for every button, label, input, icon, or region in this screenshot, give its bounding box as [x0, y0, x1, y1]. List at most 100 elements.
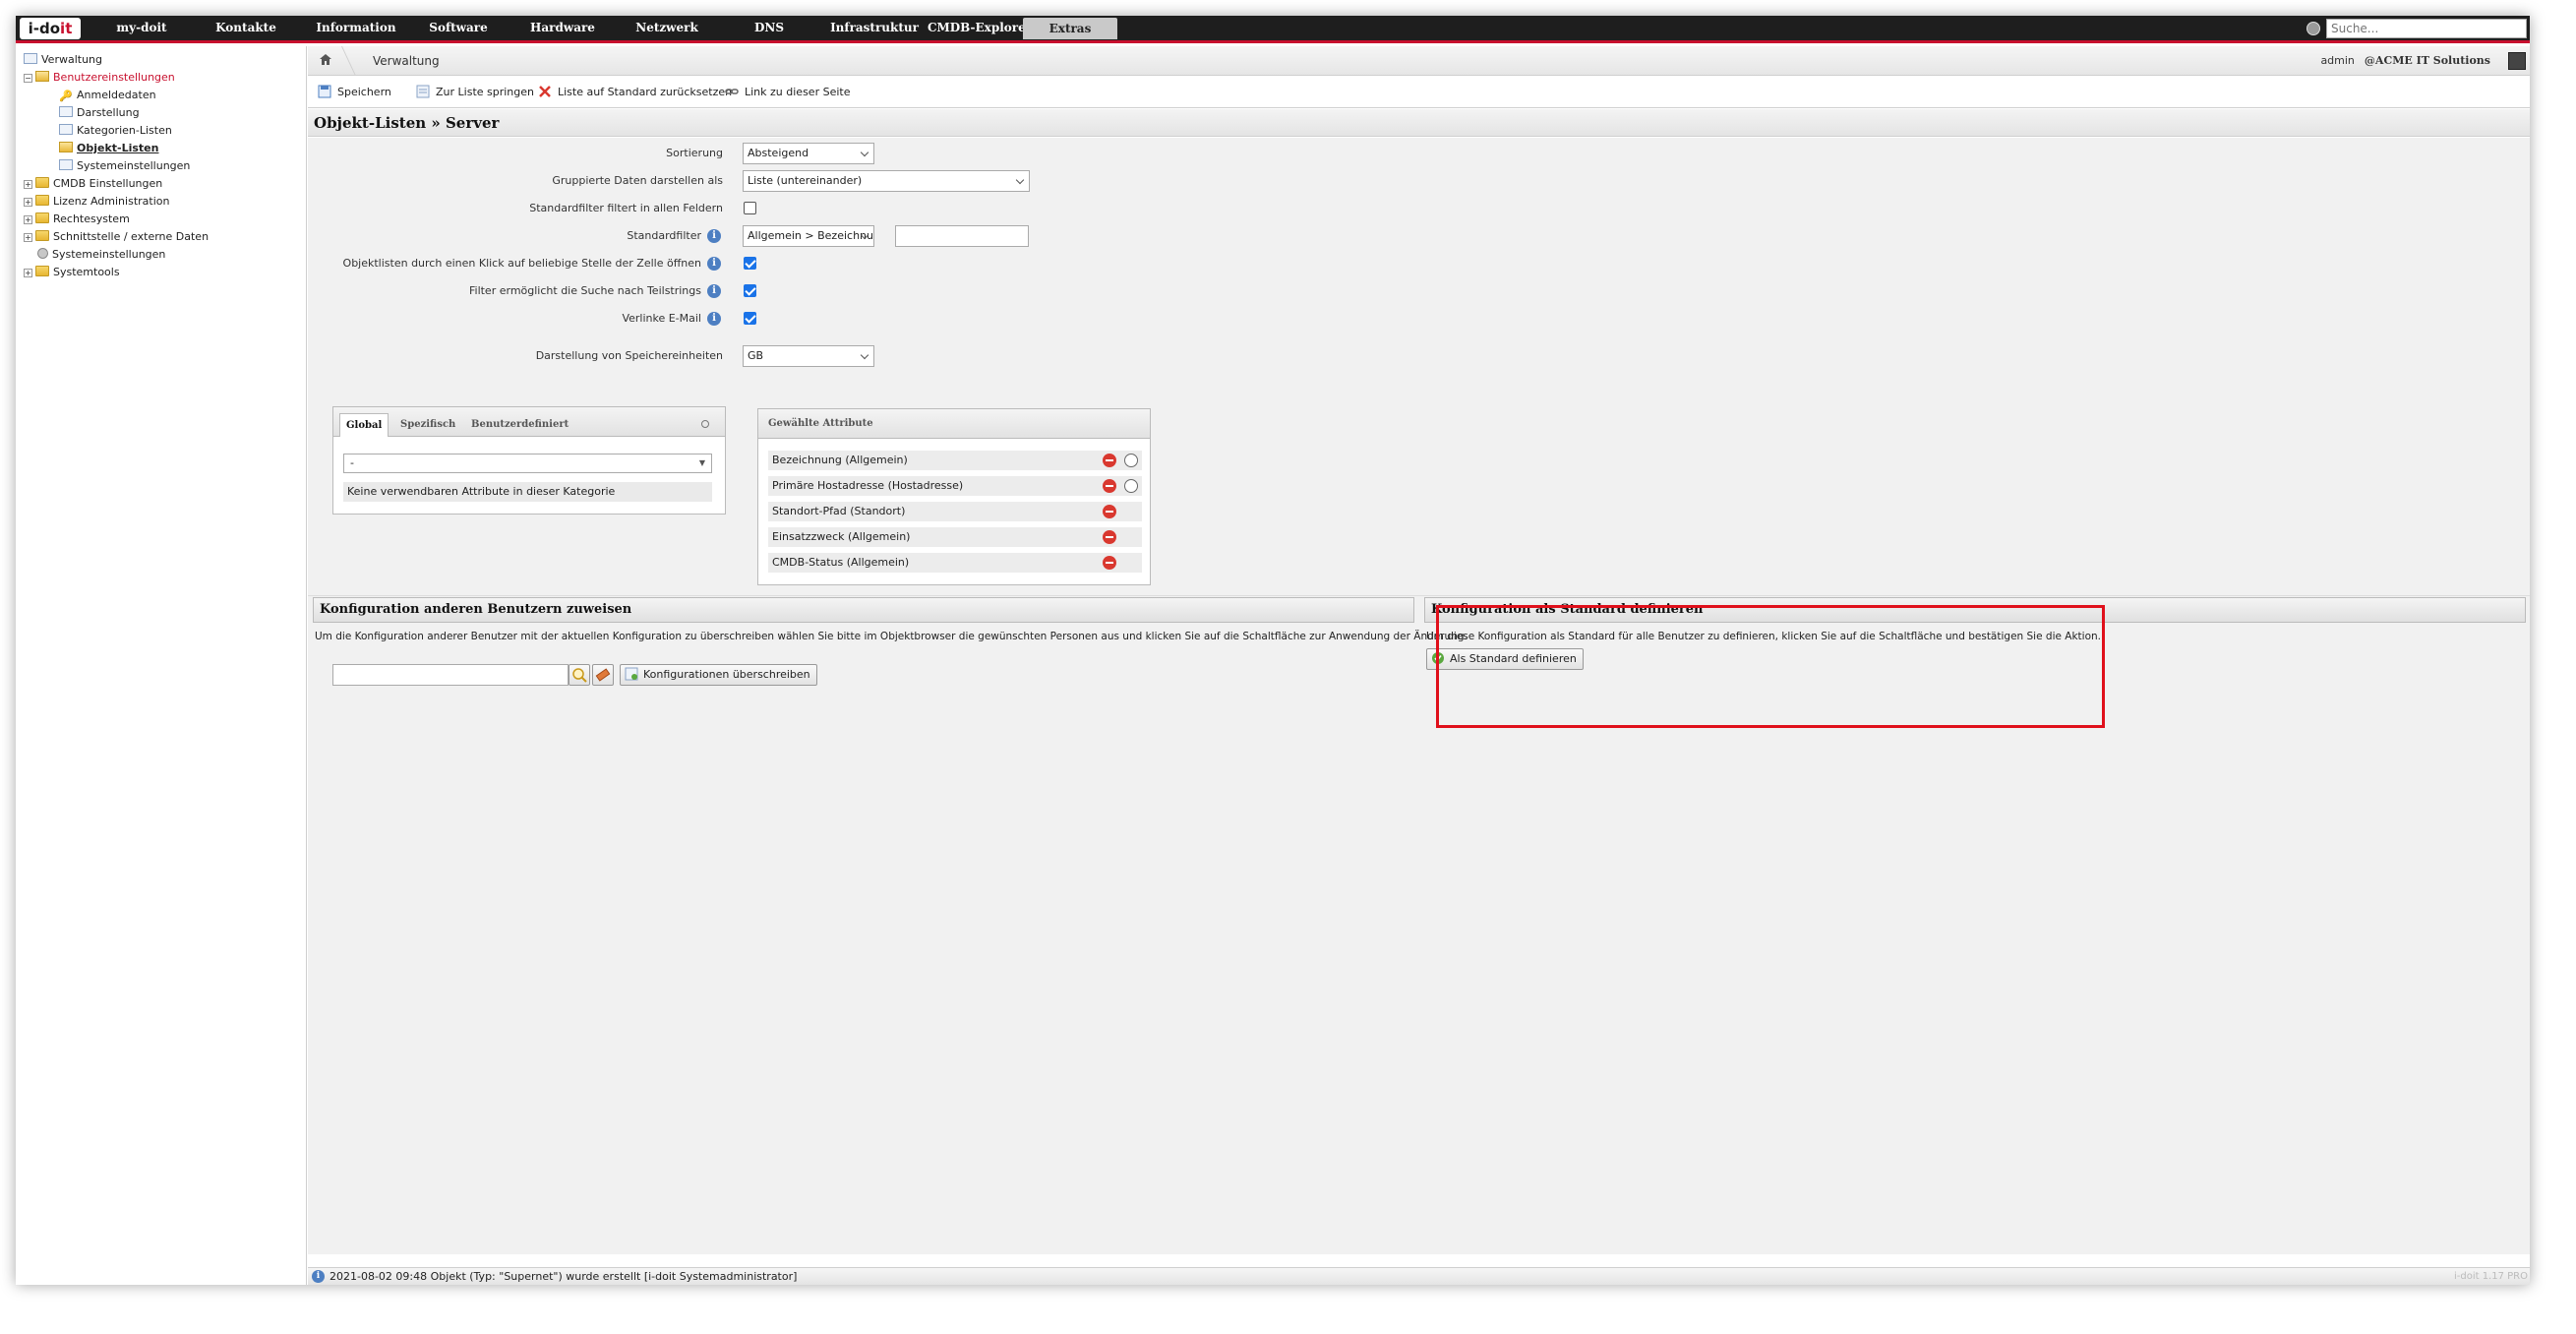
remove-icon[interactable] [1103, 479, 1116, 493]
std-filter-select[interactable]: Allgemein > Bezeichnung [743, 225, 874, 247]
tree-item-systemeinstellungen-user[interactable]: Systemeinstellungen [59, 158, 190, 174]
nav-extras[interactable]: Extras [1023, 18, 1117, 39]
app-window: i-doit my-doit Kontakte Information Soft… [16, 16, 2530, 1285]
reset-list-button[interactable]: Liste auf Standard zurücksetzen [538, 77, 732, 108]
jump-to-list-button[interactable]: Zur Liste springen [416, 77, 534, 108]
selected-attribute-row[interactable]: Einsatzzweck (Allgemein) [768, 527, 1142, 547]
nav-kontakte[interactable]: Kontakte [199, 16, 293, 40]
settings-form: Sortierung Absteigend Gruppierte Daten d… [308, 138, 2530, 1254]
sort-label: Sortierung [666, 147, 723, 159]
overwrite-configurations-button[interactable]: Konfigurationen überschreiben [620, 664, 817, 686]
click-open-label: Objektlisten durch einen Klick auf belie… [342, 257, 701, 270]
tree-item-kategorien-listen[interactable]: Kategorien-Listen [59, 123, 172, 139]
search-icon [2306, 22, 2320, 35]
expand-icon[interactable]: + [24, 198, 32, 207]
info-icon[interactable]: i [707, 229, 721, 243]
sidebar-tree: Verwaltung − Benutzereinstellungen 🔑 Anmel… [16, 46, 307, 1285]
object-browser-button[interactable] [569, 664, 590, 686]
status-message: 2021-08-02 09:48 Objekt (Typ: "Supernet"… [329, 1270, 798, 1283]
substring-checkbox[interactable] [744, 284, 756, 297]
tree-item-cmdb-einstellungen[interactable]: + CMDB Einstellungen [24, 176, 162, 192]
expand-icon[interactable]: + [24, 233, 32, 242]
std-filter-input[interactable] [895, 225, 1029, 247]
attribute-category-select[interactable]: - [343, 454, 712, 473]
tree-item-systemtools[interactable]: + Systemtools [24, 265, 120, 280]
selected-attribute-row[interactable]: CMDB-Status (Allgemein) [768, 553, 1142, 573]
tree-item-objekt-listen[interactable]: Objekt-Listen [59, 141, 158, 156]
link-icon [725, 89, 739, 94]
page-icon [59, 124, 73, 135]
nav-hardware[interactable]: Hardware [513, 16, 612, 40]
expand-icon[interactable]: + [24, 215, 32, 224]
username[interactable]: admin [2320, 54, 2354, 67]
attribute-tabs: Global Spezifisch Benutzerdefiniert [333, 407, 725, 437]
storage-select[interactable]: GB [743, 345, 874, 367]
remove-icon[interactable] [1103, 530, 1116, 544]
save-button[interactable]: Speichern [318, 77, 391, 108]
sort-radio[interactable] [1124, 454, 1138, 467]
info-icon: i [312, 1270, 325, 1283]
nav-information[interactable]: Information [301, 16, 411, 40]
folder-icon [35, 212, 49, 223]
tree-item-benutzereinstellungen[interactable]: − Benutzereinstellungen [24, 70, 175, 86]
tree-item-lizenz-administration[interactable]: + Lizenz Administration [24, 194, 169, 210]
link-page-button[interactable]: Link zu dieser Seite [725, 77, 850, 108]
object-browser-input[interactable] [332, 664, 569, 686]
tree-item-rechtesystem[interactable]: + Rechtesystem [24, 212, 130, 227]
substring-label: Filter ermöglicht die Suche nach Teilstr… [468, 284, 701, 297]
nav-my-doit[interactable]: my-doit [94, 16, 189, 40]
sort-radio[interactable] [1124, 479, 1138, 493]
home-icon[interactable] [320, 54, 331, 65]
breadcrumb-verwaltung[interactable]: Verwaltung [373, 46, 440, 76]
selected-attribute-row[interactable]: Bezeichnung (Allgemein) [768, 451, 1142, 470]
nav-netzwerk[interactable]: Netzwerk [618, 16, 716, 40]
selected-attribute-row[interactable]: Standort-Pfad (Standort) [768, 502, 1142, 521]
email-label: Verlinke E-Mail [622, 312, 701, 325]
nav-infrastruktur[interactable]: Infrastruktur [820, 16, 929, 40]
std-filter-all-checkbox[interactable] [744, 202, 756, 214]
expand-icon[interactable]: + [24, 269, 32, 277]
status-bar: i 2021-08-02 09:48 Objekt (Typ: "Superne… [308, 1267, 2530, 1285]
tree-item-darstellung[interactable]: Darstellung [59, 105, 140, 121]
remove-icon[interactable] [1103, 505, 1116, 518]
std-filter-all-label: Standardfilter filtert in allen Feldern [529, 202, 723, 214]
info-icon[interactable]: i [707, 284, 721, 298]
tree-item-verwaltung[interactable]: Verwaltung [24, 52, 102, 68]
tree-item-systemeinstellungen[interactable]: Systemeinstellungen [37, 247, 165, 263]
nav-software[interactable]: Software [409, 16, 508, 40]
idoit-logo[interactable]: i-doit [20, 18, 81, 39]
avatar[interactable] [2508, 52, 2526, 70]
tab-benutzerdefiniert[interactable]: Benutzerdefiniert [465, 413, 574, 437]
top-navigation: i-doit my-doit Kontakte Information Soft… [16, 16, 2530, 43]
nav-dns[interactable]: DNS [720, 16, 818, 40]
search-input[interactable] [2326, 19, 2527, 38]
search-icon[interactable] [701, 420, 709, 428]
grouped-label: Gruppierte Daten darstellen als [552, 174, 723, 187]
tab-global[interactable]: Global [339, 413, 389, 437]
expand-icon[interactable]: + [24, 180, 32, 189]
folder-open-icon [59, 142, 73, 152]
clear-selection-button[interactable] [592, 664, 614, 686]
remove-icon[interactable] [1103, 454, 1116, 467]
version-label: i-doit 1.17 PRO [2453, 1271, 2528, 1282]
list-icon [416, 85, 430, 98]
tenant-name[interactable]: @ACME IT Solutions [2365, 54, 2490, 67]
info-icon[interactable]: i [707, 257, 721, 271]
grouped-select[interactable]: Liste (untereinander) [743, 170, 1030, 192]
email-checkbox[interactable] [744, 312, 756, 325]
tree-item-anmeldedaten[interactable]: 🔑 Anmeldedaten [59, 88, 156, 103]
click-open-checkbox[interactable] [744, 257, 756, 270]
folder-open-icon [35, 71, 49, 82]
tab-spezifisch[interactable]: Spezifisch [394, 413, 461, 437]
save-icon [318, 85, 331, 98]
info-icon[interactable]: i [707, 312, 721, 326]
assign-section-title: Konfiguration anderen Benutzern zuweisen [313, 597, 1414, 623]
sort-select[interactable]: Absteigend [743, 143, 874, 164]
nav-cmdb-explorer[interactable]: CMDB-Explorer [921, 16, 1039, 40]
remove-icon[interactable] [1103, 556, 1116, 570]
collapse-icon[interactable]: − [24, 74, 32, 83]
tree-item-schnittstelle[interactable]: + Schnittstelle / externe Daten [24, 229, 209, 245]
page-icon [59, 106, 73, 117]
search-icon [572, 668, 587, 683]
selected-attribute-row[interactable]: Primäre Hostadresse (Hostadresse) [768, 476, 1142, 496]
